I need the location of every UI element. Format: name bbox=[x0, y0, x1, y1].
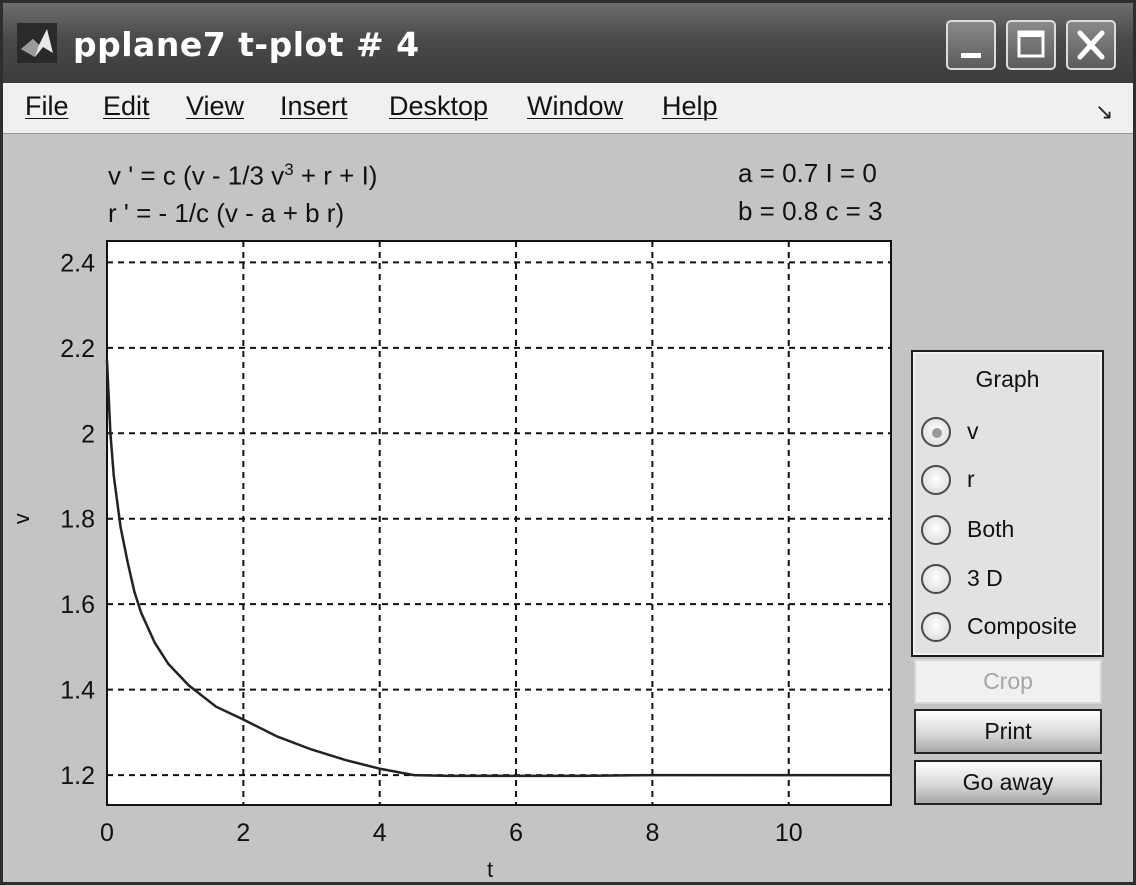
radio-composite-label: Composite bbox=[967, 613, 1077, 639]
plot-area bbox=[107, 241, 891, 805]
x-tick-label: 2 bbox=[236, 819, 250, 847]
radio-both-button[interactable] bbox=[921, 515, 951, 545]
print-button[interactable]: Print bbox=[914, 709, 1102, 754]
y-axis-label: v bbox=[9, 513, 34, 524]
pplane-tplot-window: pplane7 t-plot # 4 File Edit View Insert… bbox=[0, 0, 1136, 885]
graph-panel-title: Graph bbox=[975, 366, 1040, 392]
x-tick-label: 6 bbox=[509, 819, 523, 847]
radio-v-button[interactable] bbox=[921, 417, 951, 447]
go-away-button[interactable]: Go away bbox=[914, 760, 1102, 805]
y-tick-label: 2.2 bbox=[60, 335, 95, 363]
radio-both-label: Both bbox=[967, 516, 1015, 542]
y-tick-label: 1.8 bbox=[60, 506, 95, 534]
radio-v-label: v bbox=[967, 418, 979, 444]
radio-r-button[interactable] bbox=[921, 465, 951, 495]
y-tick-label: 2 bbox=[81, 420, 95, 448]
y-tick-label: 1.2 bbox=[60, 762, 95, 790]
radio-r-label: r bbox=[967, 466, 975, 492]
y-tick-label: 2.4 bbox=[60, 249, 95, 277]
y-tick-label: 1.6 bbox=[60, 591, 95, 619]
x-tick-label: 0 bbox=[100, 819, 114, 847]
graph-panel: Graph v r Both 3 D Composite bbox=[911, 350, 1104, 657]
x-tick-label: 4 bbox=[373, 819, 387, 847]
x-axis-label: t bbox=[487, 857, 493, 882]
radio-composite-button[interactable] bbox=[921, 612, 951, 642]
crop-button[interactable]: Crop bbox=[914, 659, 1102, 704]
radio-3d-label: 3 D bbox=[967, 565, 1003, 591]
radio-3d-button[interactable] bbox=[921, 564, 951, 594]
x-tick-label: 8 bbox=[645, 819, 659, 847]
y-tick-label: 1.4 bbox=[60, 677, 95, 705]
radio-selected-dot bbox=[932, 428, 942, 438]
x-tick-label: 10 bbox=[775, 819, 803, 847]
